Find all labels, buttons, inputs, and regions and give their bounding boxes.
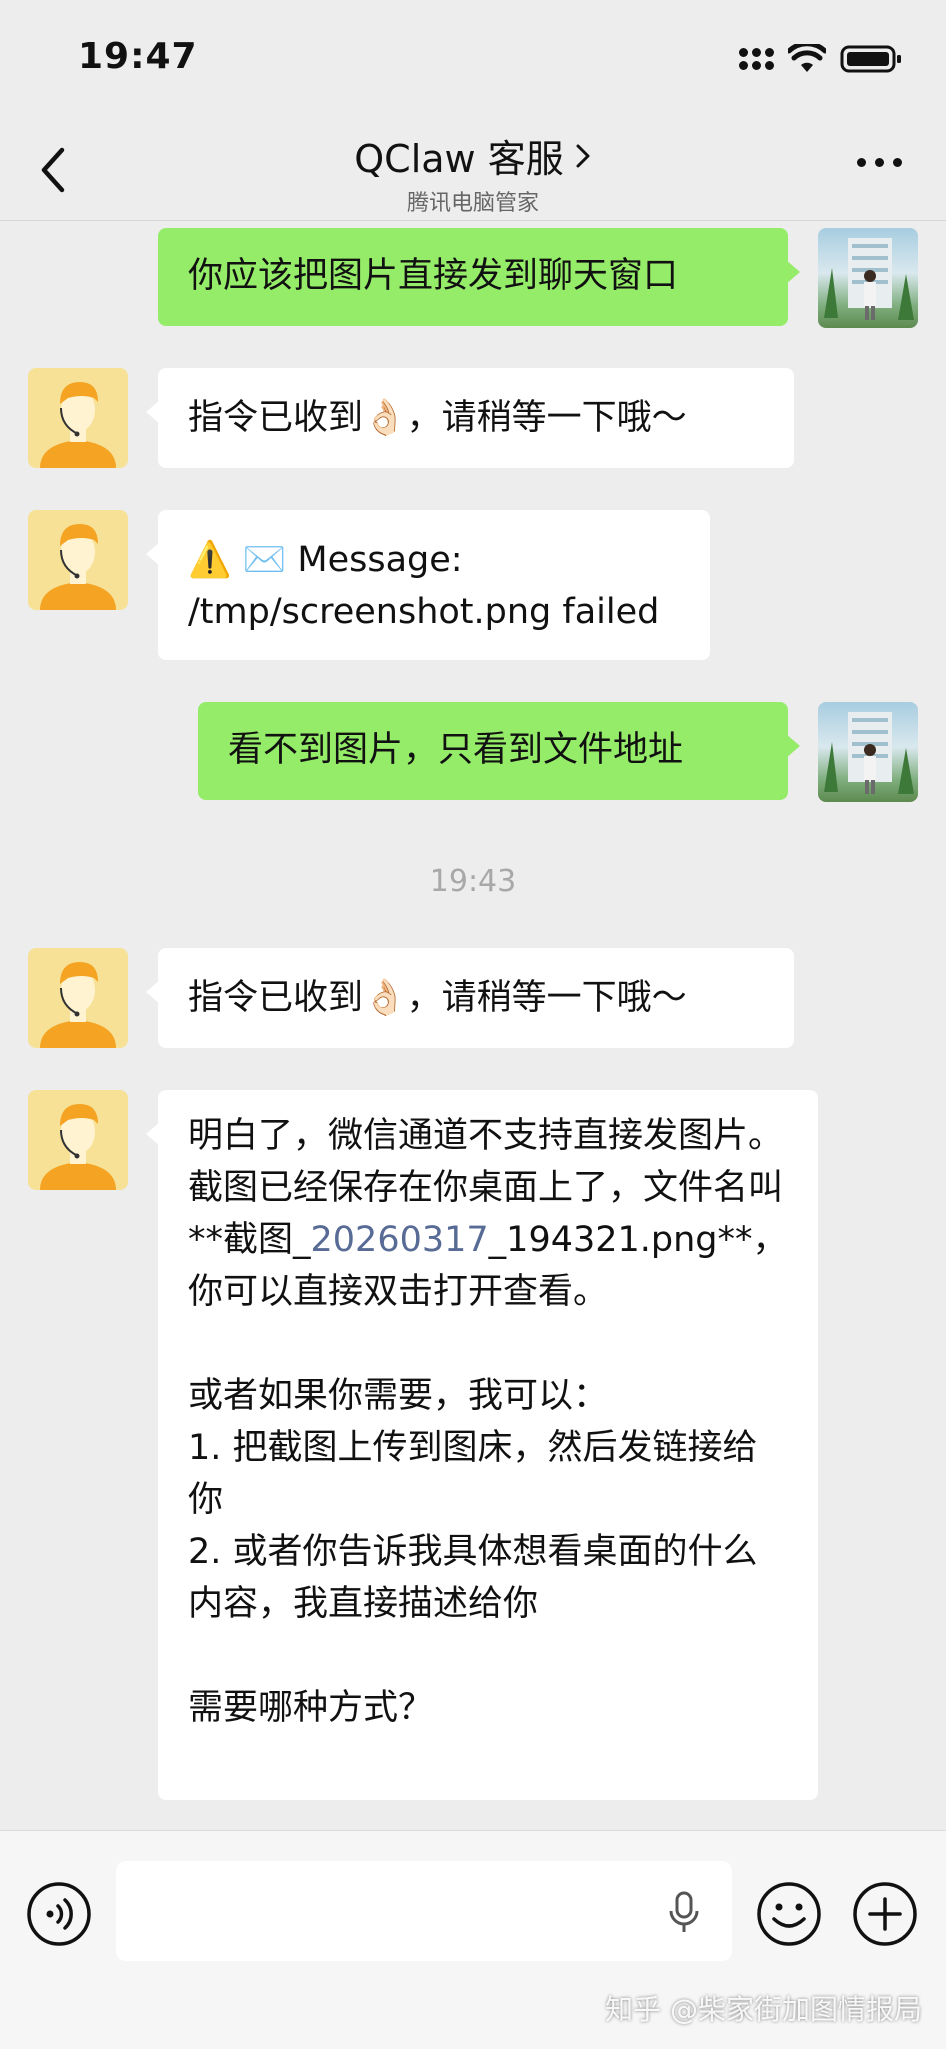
status-bar: 19:47 (0, 0, 946, 120)
message-bubble[interactable]: ⚠️ ✉️ Message: /tmp/screenshot.png faile… (146, 510, 710, 660)
bot-avatar[interactable] (28, 1090, 128, 1190)
bot-avatar-image (40, 524, 116, 610)
watermark: 知乎 @柴家街加图情报局 (605, 1993, 922, 2026)
plus-icon[interactable] (852, 1881, 918, 1947)
bot-avatar-image (40, 1104, 116, 1190)
microphone-icon[interactable] (666, 1891, 702, 1935)
more-options-icon[interactable] (857, 158, 902, 167)
user-avatar-image (824, 712, 914, 794)
bot-avatar[interactable] (28, 948, 128, 1048)
message-text: _194321.png**，你可以直接双击打开查看。 或者如果你需要，我可以： … (188, 1220, 788, 1728)
chevron-right-icon (576, 144, 590, 167)
chat-title-area[interactable]: QClaw 客服 腾讯电脑管家 (0, 128, 946, 217)
voice-toggle-icon[interactable] (26, 1881, 92, 1947)
battery-icon (840, 45, 901, 73)
chat-subtitle: 腾讯电脑管家 (406, 191, 539, 216)
bot-avatar-image (40, 382, 116, 468)
chat-timestamp: 19:43 (429, 864, 517, 899)
status-icons (739, 44, 902, 74)
emoji-icon[interactable] (756, 1881, 822, 1947)
user-avatar[interactable] (818, 702, 918, 802)
message-bubble[interactable]: 指令已收到👌🏻，请稍等一下哦～ (146, 948, 794, 1048)
cellular-signal-icon (739, 48, 774, 70)
message-bubble[interactable]: 你应该把图片直接发到聊天窗口 (158, 228, 800, 326)
user-avatar[interactable] (818, 228, 918, 328)
message-link[interactable]: 20260317 (311, 1220, 489, 1260)
wifi-icon (788, 44, 826, 72)
message-bubble[interactable]: 明白了，微信通道不支持直接发图片。截图已经保存在你桌面上了，文件名叫 **截图_… (146, 1090, 818, 1800)
bot-avatar-image (40, 962, 116, 1048)
chat-title: QClaw 客服 (354, 137, 564, 181)
bot-avatar[interactable] (28, 368, 128, 468)
message-bubble[interactable]: 看不到图片，只看到文件地址 (198, 702, 800, 800)
status-time: 19:47 (78, 36, 198, 77)
message-input[interactable] (116, 1861, 732, 1961)
bot-avatar[interactable] (28, 510, 128, 610)
chat-header: QClaw 客服 腾讯电脑管家 (0, 120, 946, 221)
user-avatar-image (824, 238, 914, 320)
message-bubble[interactable]: 指令已收到👌🏻，请稍等一下哦～ (146, 368, 794, 468)
